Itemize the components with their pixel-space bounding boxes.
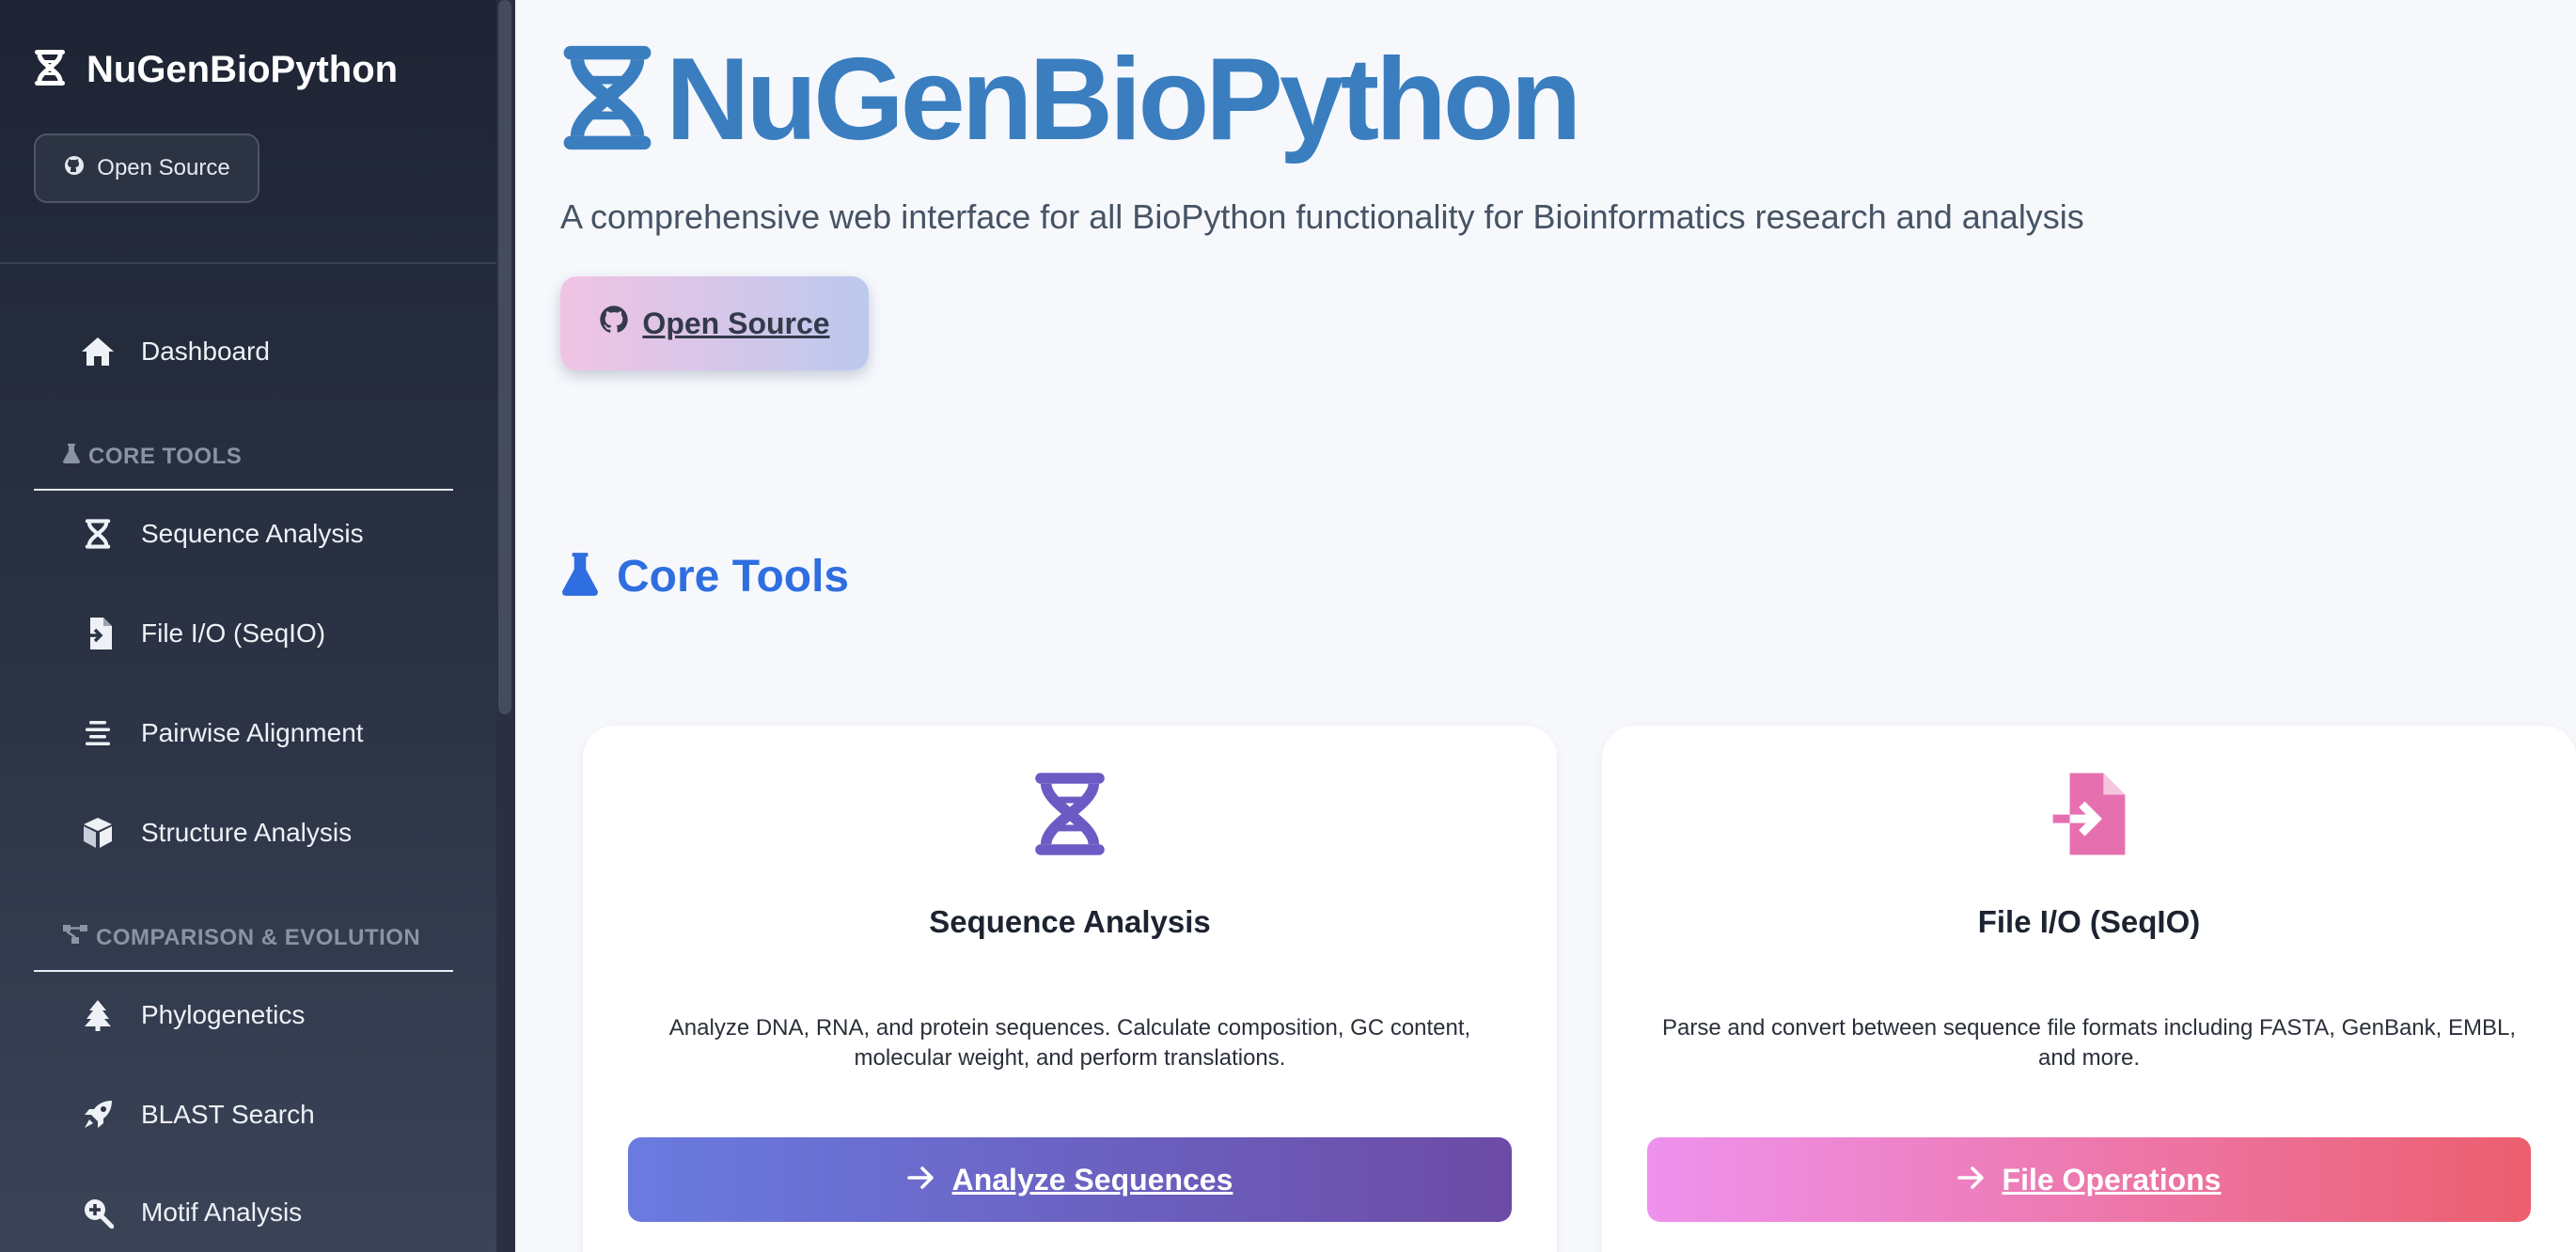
section-rule: [34, 489, 453, 491]
tool-card-sequence-analysis: Sequence Analysis Analyze DNA, RNA, and …: [583, 726, 1557, 1252]
tree-icon: [79, 996, 117, 1034]
github-icon: [63, 154, 86, 183]
sidebar-divider: [0, 262, 496, 264]
sidebar-item-phylogenetics[interactable]: Phylogenetics: [79, 996, 305, 1034]
sidebar-item-label: BLAST Search: [141, 1100, 315, 1129]
sidebar-item-label: Structure Analysis: [141, 818, 353, 847]
sidebar-item-structure-analysis[interactable]: Structure Analysis: [79, 814, 352, 852]
file-import-icon: [2046, 771, 2132, 862]
sidebar-item-label: Sequence Analysis: [141, 519, 364, 548]
button-label: File Operations: [2002, 1162, 2222, 1197]
section-title-text: Core Tools: [617, 552, 850, 602]
open-source-button[interactable]: Open Source: [560, 276, 869, 370]
main-content: NuGenBioPython A comprehensive web inter…: [515, 0, 2576, 1252]
sidebar-item-motif-analysis[interactable]: Motif Analysis: [79, 1194, 302, 1231]
file-operations-button[interactable]: File Operations: [1647, 1137, 2531, 1222]
sidebar-item-label: Phylogenetics: [141, 1000, 306, 1029]
page-title-text: NuGenBioPython: [666, 35, 1581, 164]
sidebar-item-pairwise-alignment[interactable]: Pairwise Alignment: [79, 714, 364, 752]
open-source-button[interactable]: Open Source: [34, 133, 259, 203]
flask-icon: [560, 551, 600, 603]
dna-icon: [1031, 771, 1108, 862]
card-title: File I/O (SeqIO): [1977, 904, 2201, 939]
card-description: Analyze DNA, RNA, and protein sequences.…: [668, 1015, 1471, 1071]
arrow-right-icon: [906, 1163, 935, 1197]
sidebar: NuGenBioPython Open Source Dashboard COR…: [0, 0, 515, 1252]
section-rule: [34, 970, 453, 972]
sidebar-item-file-io[interactable]: File I/O (SeqIO): [79, 615, 325, 652]
cube-icon: [79, 814, 117, 852]
page-title: NuGenBioPython: [560, 35, 1581, 164]
card-description: Parse and convert between sequence file …: [1661, 1015, 2517, 1071]
diagram-icon: [62, 923, 88, 952]
sidebar-item-sequence-analysis[interactable]: Sequence Analysis: [79, 515, 364, 553]
github-icon: [599, 305, 629, 342]
sidebar-item-label: Motif Analysis: [141, 1197, 303, 1227]
sidebar-brand[interactable]: NuGenBioPython: [34, 49, 398, 91]
file-import-icon: [79, 615, 117, 652]
home-icon: [79, 333, 117, 370]
sidebar-item-label: Dashboard: [141, 336, 270, 366]
dna-icon: [34, 49, 66, 91]
analyze-sequences-button[interactable]: Analyze Sequences: [628, 1137, 1512, 1222]
page-subtitle: A comprehensive web interface for all Bi…: [560, 197, 2084, 236]
sidebar-item-label: Pairwise Alignment: [141, 718, 364, 747]
open-source-label: Open Source: [97, 155, 230, 180]
button-label: Analyze Sequences: [951, 1162, 1233, 1197]
sidebar-scrollbar-thumb[interactable]: [498, 0, 511, 714]
sidebar-item-blast-search[interactable]: BLAST Search: [79, 1096, 315, 1134]
open-source-label: Open Source: [642, 305, 830, 340]
section-label-core-tools: CORE TOOLS: [62, 442, 242, 471]
dna-icon: [560, 43, 654, 157]
search-plus-icon: [79, 1194, 117, 1231]
sidebar-item-label: File I/O (SeqIO): [141, 618, 326, 648]
rocket-icon: [79, 1096, 117, 1134]
flask-icon: [62, 442, 81, 471]
dna-icon: [79, 515, 117, 553]
section-label-comparison-evolution: COMPARISON & EVOLUTION: [62, 923, 420, 952]
card-title: Sequence Analysis: [929, 904, 1211, 939]
tool-card-file-io: File I/O (SeqIO) Parse and convert betwe…: [1602, 726, 2576, 1252]
arrow-right-icon: [1956, 1163, 1986, 1197]
brand-title: NuGenBioPython: [86, 49, 399, 90]
sidebar-item-dashboard[interactable]: Dashboard: [79, 333, 270, 370]
align-center-icon: [79, 714, 117, 752]
section-title-core-tools: Core Tools: [560, 551, 849, 603]
